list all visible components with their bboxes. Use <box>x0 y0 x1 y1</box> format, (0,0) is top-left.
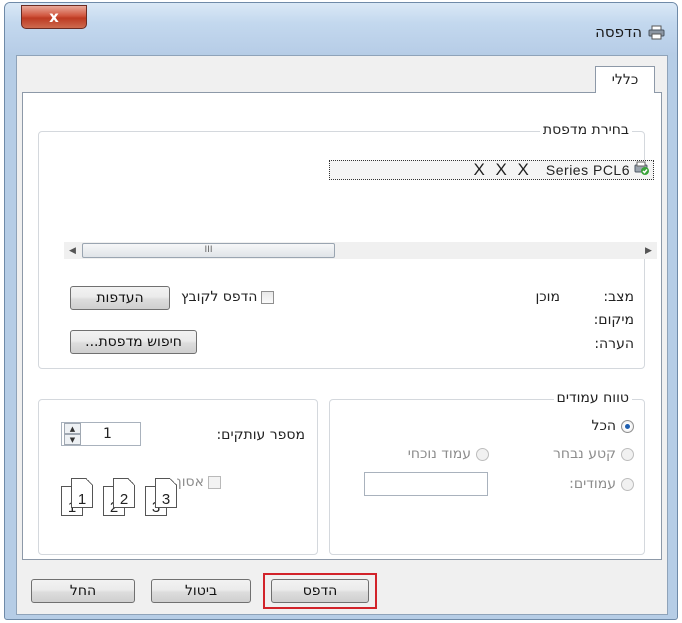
printer-list-scrollbar[interactable]: ◀ III ▶ <box>64 242 657 259</box>
status-label: מצב: <box>603 289 634 305</box>
close-button[interactable]: x <box>21 5 87 29</box>
scroll-left-arrow-icon[interactable]: ◀ <box>64 242 81 259</box>
range-current-page-radio[interactable] <box>476 447 489 461</box>
collate-page-icon: 2 <box>113 478 135 508</box>
printer-default-icon <box>634 161 650 179</box>
comment-label: הערה: <box>594 336 634 352</box>
page-range-group: טווח עמודים הכל קטע נבחר עמוד נוכחי עמוד… <box>329 390 645 555</box>
number-of-copies-label: מספר עותקים: <box>216 427 305 443</box>
range-selection-radio[interactable] <box>621 447 634 461</box>
general-tab-panel: בחירת מדפסת X X X Series PCL6 ◀ III ▶ מצ… <box>22 92 662 560</box>
cancel-button[interactable]: ביטול <box>151 579 251 603</box>
range-pages-label: עמודים: <box>569 476 616 492</box>
print-button[interactable]: הדפס <box>271 579 369 603</box>
range-all-option[interactable]: הכל <box>591 418 634 434</box>
printer-list-item[interactable]: X X X Series PCL6 <box>329 160 654 180</box>
spin-up-icon[interactable]: ▲ <box>64 423 81 434</box>
copies-value: 1 <box>103 426 112 442</box>
range-current-page-label: עמוד נוכחי <box>407 446 471 462</box>
copies-group: מספר עותקים: ▲ ▼ 1 אסוף 1 1 2 2 <box>38 399 318 555</box>
printer-name-prefix: X X X <box>473 160 532 179</box>
print-to-file-option[interactable]: הדפס לקובץ <box>181 289 275 305</box>
print-to-file-label: הדפס לקובץ <box>181 289 258 305</box>
range-all-radio[interactable] <box>621 419 634 433</box>
spin-down-icon[interactable]: ▼ <box>64 434 81 445</box>
collate-page-icon: 1 <box>71 478 93 508</box>
tab-general[interactable]: כללי <box>595 66 655 93</box>
print-dialog-window: x הדפסה כללי בחירת מדפסת X X X Series PC… <box>4 2 678 620</box>
scroll-right-arrow-icon[interactable]: ▶ <box>640 242 657 259</box>
printer-name: Series PCL6 <box>545 162 630 178</box>
copies-spinner[interactable]: ▲ ▼ 1 <box>61 422 141 446</box>
find-printer-button[interactable]: חיפוש מדפסת... <box>70 330 197 354</box>
location-label: מיקום: <box>593 312 634 328</box>
dialog-client-area: כללי בחירת מדפסת X X X Series PCL6 ◀ III… <box>16 55 668 615</box>
range-pages-radio[interactable] <box>621 477 634 491</box>
range-all-label: הכל <box>591 418 616 434</box>
status-value: מוכן <box>535 289 560 305</box>
range-selection-label: קטע נבחר <box>553 446 616 462</box>
range-current-page-option[interactable]: עמוד נוכחי <box>408 446 489 462</box>
collate-page-icon: 3 <box>155 478 177 508</box>
pages-input[interactable] <box>364 472 488 496</box>
printer-icon <box>648 25 665 40</box>
page-range-label: טווח עמודים <box>553 390 632 406</box>
preferences-button[interactable]: העדפות <box>70 286 170 310</box>
scrollbar-thumb[interactable]: III <box>82 243 335 258</box>
title-bar[interactable]: x הדפסה <box>5 3 677 53</box>
window-title-group: הדפסה <box>595 23 665 41</box>
range-selection-option[interactable]: קטע נבחר <box>553 446 634 462</box>
collate-illustration: 1 1 2 2 3 3 <box>61 474 221 524</box>
select-printer-group: בחירת מדפסת X X X Series PCL6 ◀ III ▶ מצ… <box>38 122 657 369</box>
print-to-file-checkbox[interactable] <box>261 290 275 304</box>
copies-spinner-arrows[interactable]: ▲ ▼ <box>64 423 81 445</box>
window-title: הדפסה <box>595 23 642 41</box>
range-pages-option[interactable]: עמודים: <box>569 476 634 492</box>
apply-button[interactable]: החל <box>31 579 135 603</box>
select-printer-label: בחירת מדפסת <box>539 122 632 138</box>
